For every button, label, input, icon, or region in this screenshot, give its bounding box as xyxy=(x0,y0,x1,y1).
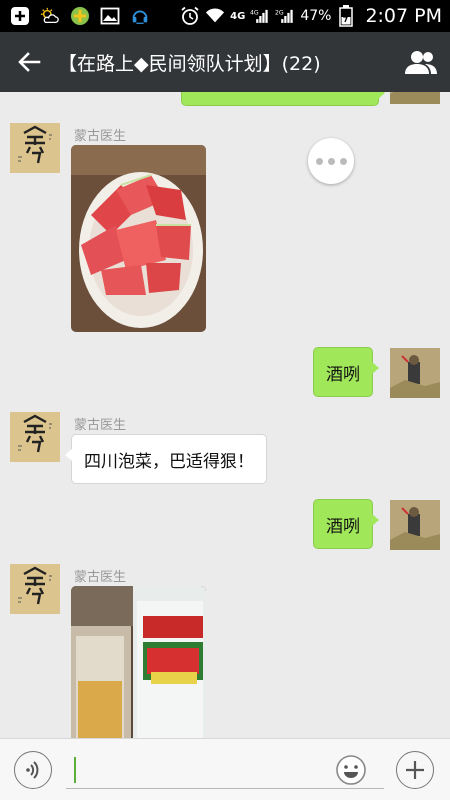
more-options-button[interactable] xyxy=(308,138,354,184)
dot xyxy=(339,157,347,165)
avatar[interactable] xyxy=(390,348,440,398)
message-bubble-partial[interactable] xyxy=(181,92,385,106)
add-icon xyxy=(10,6,30,26)
wifi-icon xyxy=(205,6,225,26)
text-cursor xyxy=(74,757,76,783)
gallery-icon xyxy=(100,6,120,26)
dot xyxy=(327,157,335,165)
sim1-label: 4G xyxy=(250,9,259,16)
people-icon xyxy=(405,51,437,74)
avatar[interactable] xyxy=(10,564,60,614)
message-bubble[interactable]: 四川泡菜，巴适得狠！ xyxy=(65,434,267,484)
status-bar: 4G 4G 2G 47% 2:07 PM xyxy=(0,0,450,32)
image-message[interactable] xyxy=(71,586,206,738)
sender-name: 蒙古医生 xyxy=(74,570,127,585)
emoji-button[interactable] xyxy=(335,754,367,786)
back-button[interactable] xyxy=(0,32,58,92)
dot xyxy=(315,157,323,165)
image-message[interactable] xyxy=(71,145,206,332)
avatar[interactable] xyxy=(390,92,440,104)
signal-icon-2: 2G xyxy=(275,6,295,26)
battery-percent: 47% xyxy=(300,8,332,24)
voice-icon xyxy=(26,761,39,779)
network-type-label: 4G xyxy=(230,10,246,22)
beer-image xyxy=(71,586,206,738)
watermelon-image xyxy=(71,145,206,332)
signal-icon: 4G xyxy=(250,6,270,26)
sender-name: 蒙古医生 xyxy=(74,418,127,433)
app-icon xyxy=(70,6,90,26)
sim2-label: 2G xyxy=(275,9,284,16)
sender-name: 蒙古医生 xyxy=(74,129,127,144)
alarm-icon xyxy=(180,6,200,26)
avatar[interactable] xyxy=(390,500,440,550)
input-bar xyxy=(0,738,450,800)
voice-button[interactable] xyxy=(14,751,52,789)
headset-icon xyxy=(130,6,150,26)
plus-icon xyxy=(406,761,424,779)
weather-icon xyxy=(40,6,60,26)
arrow-left-icon xyxy=(18,52,41,72)
avatar[interactable] xyxy=(10,123,60,173)
battery-icon xyxy=(336,5,356,27)
group-info-button[interactable] xyxy=(392,32,450,92)
emoji-icon xyxy=(336,755,366,785)
message-bubble[interactable]: 酒咧 xyxy=(313,347,379,397)
more-actions-button[interactable] xyxy=(396,751,434,789)
chat-title: 【在路上◆民间领队计划】(22) xyxy=(58,52,321,75)
clock: 2:07 PM xyxy=(365,5,442,27)
avatar[interactable] xyxy=(10,412,60,462)
chat-header: 【在路上◆民间领队计划】(22) xyxy=(0,32,450,92)
message-bubble[interactable]: 酒咧 xyxy=(313,499,379,549)
message-list[interactable]: 蒙古医生 酒咧 蒙古医生 四川泡菜，巴适得狠！ 酒咧 蒙古医生 xyxy=(0,92,450,738)
